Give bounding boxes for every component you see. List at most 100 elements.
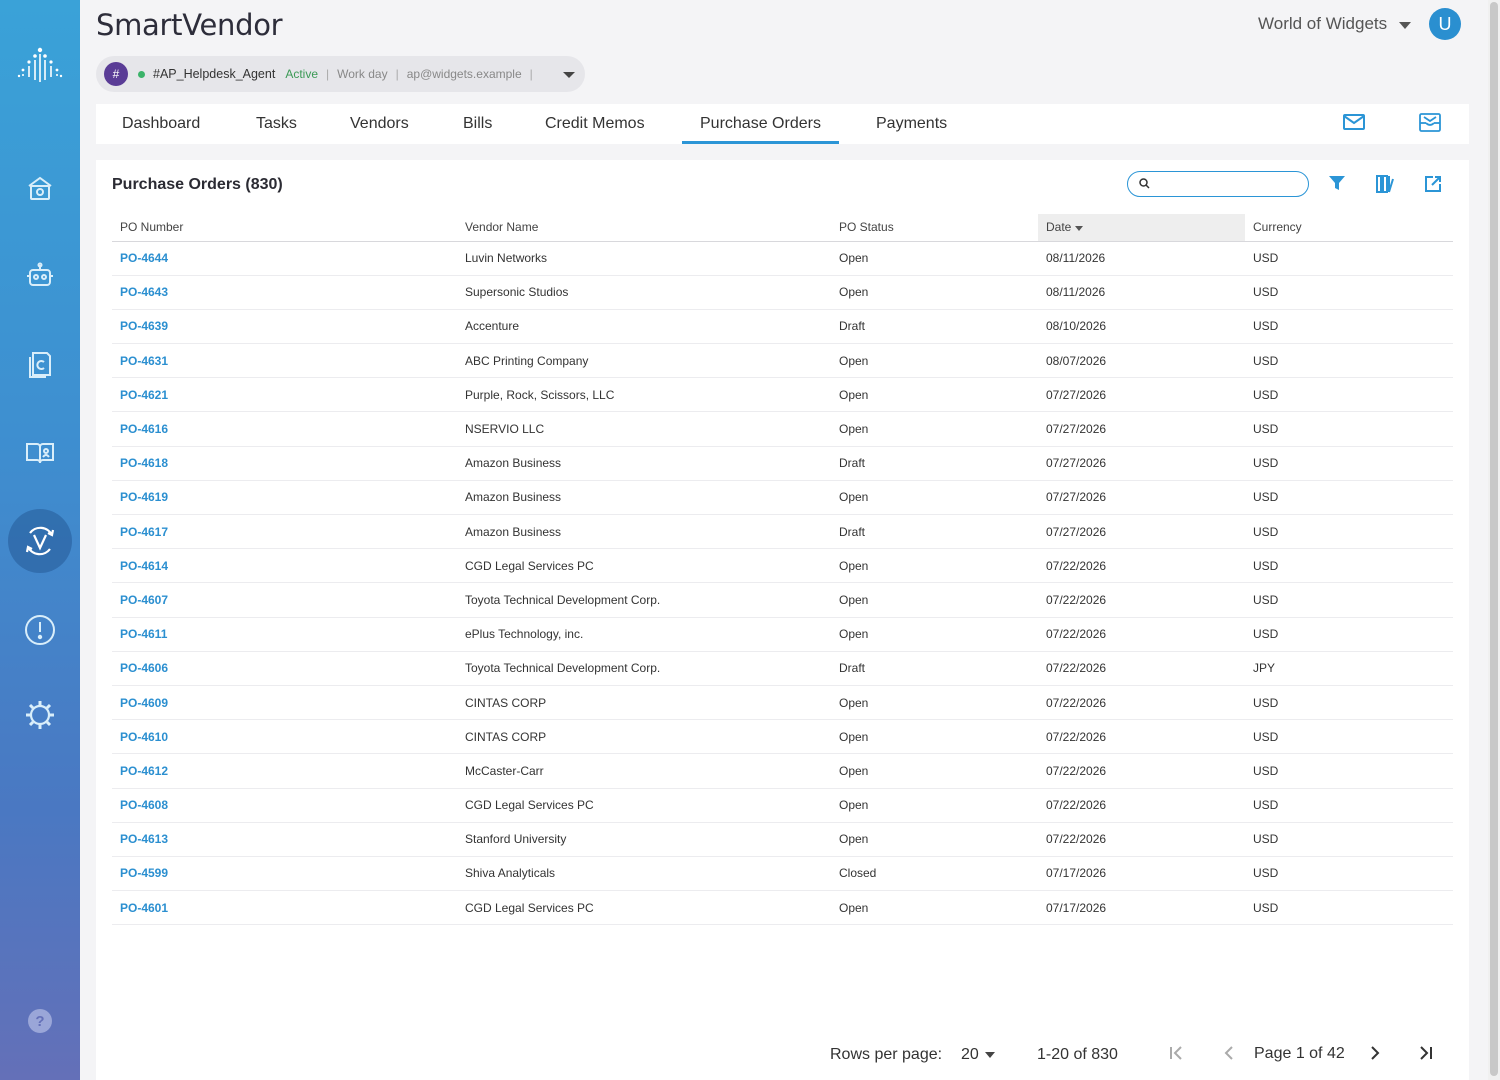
table-row[interactable]: PO-4639 Accenture Draft 08/10/2026 USD	[112, 309, 1453, 345]
cell-date: 07/17/2026	[1038, 856, 1245, 892]
table-row[interactable]: PO-4607 Toyota Technical Development Corp…	[112, 582, 1453, 618]
cell-currency: USD	[1245, 480, 1453, 516]
tab-vendors[interactable]: Vendors	[350, 104, 409, 144]
table-row[interactable]: PO-4643 Supersonic Studios Open 08/11/2026 U…	[112, 275, 1453, 310]
table-row[interactable]: PO-4631 ABC Printing Company Open 08/07/202…	[112, 343, 1453, 379]
cell-po-status: Open	[831, 617, 1038, 652]
separator: |	[326, 67, 330, 81]
table-row[interactable]: PO-4617 Amazon Business Draft 07/27/2026 USD	[112, 514, 1453, 550]
table-row[interactable]: PO-4606 Toyota Technical Development Corp…	[112, 651, 1453, 686]
rows-per-page-select[interactable]: 20	[961, 1046, 995, 1064]
cell-vendor-name: ePlus Technology, inc.	[457, 617, 831, 652]
columns-icon[interactable]	[1375, 174, 1395, 199]
table-row[interactable]: PO-4601 CGD Legal Services PC Open 07/17/20…	[112, 890, 1453, 926]
cell-vendor-name: CGD Legal Services PC	[457, 548, 831, 584]
cell-po-number[interactable]: PO-4619	[112, 480, 457, 516]
export-icon[interactable]	[1423, 174, 1443, 199]
logo-icon[interactable]	[0, 38, 80, 94]
cell-po-number[interactable]: PO-4616	[112, 411, 457, 447]
table-row[interactable]: PO-4644 Luvin Networks Open 08/11/2026 USD	[112, 241, 1453, 276]
org-switcher[interactable]: World of Widgets	[1258, 14, 1412, 34]
cell-po-number[interactable]: PO-4617	[112, 514, 457, 550]
agent-selector[interactable]: # #AP_Helpdesk_Agent Active | Work day |…	[96, 56, 585, 92]
cell-po-number[interactable]: PO-4599	[112, 856, 457, 892]
table-row[interactable]: PO-4599 Shiva Analyticals Closed 07/17/2026…	[112, 856, 1453, 892]
cell-po-number[interactable]: PO-4606	[112, 651, 457, 686]
cell-po-number[interactable]: PO-4609	[112, 685, 457, 721]
cell-po-number[interactable]: PO-4611	[112, 617, 457, 652]
tab-bills[interactable]: Bills	[463, 104, 492, 144]
cell-vendor-name: Toyota Technical Development Corp.	[457, 651, 831, 686]
cell-po-number[interactable]: PO-4607	[112, 582, 457, 618]
cell-currency: USD	[1245, 514, 1453, 550]
table-row[interactable]: PO-4612 McCaster-Carr Open 07/22/2026 USD	[112, 753, 1453, 789]
robot-icon[interactable]	[0, 244, 80, 308]
table-row[interactable]: PO-4618 Amazon Business Draft 07/27/2026 USD	[112, 446, 1453, 481]
scrollbar-thumb[interactable]	[1490, 2, 1498, 1076]
page-title: Purchase Orders (830)	[112, 176, 283, 193]
table-row[interactable]: PO-4611 ePlus Technology, inc. Open 07/22/2…	[112, 617, 1453, 652]
cell-po-number[interactable]: PO-4618	[112, 446, 457, 481]
column-header-vendor-name[interactable]: Vendor Name	[457, 214, 831, 242]
column-header-po-status[interactable]: PO Status	[831, 214, 1038, 242]
tab-dashboard[interactable]: Dashboard	[122, 104, 200, 144]
cell-po-number[interactable]: PO-4644	[112, 241, 457, 276]
inbox-icon[interactable]	[1418, 112, 1442, 139]
cell-po-number[interactable]: PO-4631	[112, 343, 457, 379]
cell-currency: USD	[1245, 685, 1453, 721]
tab-tasks[interactable]: Tasks	[256, 104, 297, 144]
search-box[interactable]	[1127, 171, 1309, 197]
column-header-currency[interactable]: Currency	[1245, 214, 1453, 242]
cell-po-number[interactable]: PO-4608	[112, 788, 457, 823]
cell-vendor-name: Shiva Analyticals	[457, 856, 831, 892]
first-page-icon[interactable]	[1168, 1044, 1186, 1067]
cell-po-number[interactable]: PO-4612	[112, 753, 457, 789]
cell-date: 07/27/2026	[1038, 446, 1245, 481]
table-row[interactable]: PO-4608 CGD Legal Services PC Open 07/22/20…	[112, 788, 1453, 823]
cell-po-number[interactable]: PO-4614	[112, 548, 457, 584]
table-row[interactable]: PO-4610 CINTAS CORP Open 07/22/2026 USD	[112, 719, 1453, 755]
cell-po-status: Open	[831, 890, 1038, 926]
table-row[interactable]: PO-4616 NSERVIO LLC Open 07/27/2026 USD	[112, 411, 1453, 447]
catalog-icon[interactable]	[0, 420, 80, 484]
cell-vendor-name: CINTAS CORP	[457, 719, 831, 755]
help-icon[interactable]: ?	[0, 989, 80, 1053]
vendor-portal-icon[interactable]	[0, 509, 80, 573]
table-row[interactable]: PO-4609 CINTAS CORP Open 07/22/2026 USD	[112, 685, 1453, 721]
cell-po-status: Open	[831, 377, 1038, 413]
agent-name: #AP_Helpdesk_Agent	[153, 67, 276, 81]
table-row[interactable]: PO-4619 Amazon Business Open 07/27/2026 USD	[112, 480, 1453, 516]
settings-icon[interactable]	[0, 683, 80, 747]
home-icon[interactable]	[0, 156, 80, 220]
cell-po-number[interactable]: PO-4639	[112, 309, 457, 345]
cell-vendor-name: Amazon Business	[457, 514, 831, 550]
cell-po-number[interactable]: PO-4613	[112, 822, 457, 857]
cell-po-number[interactable]: PO-4610	[112, 719, 457, 755]
column-header-po-number[interactable]: PO Number	[112, 214, 457, 242]
table-row[interactable]: PO-4614 CGD Legal Services PC Open 07/22/20…	[112, 548, 1453, 584]
tab-payments[interactable]: Payments	[876, 104, 947, 144]
last-page-icon[interactable]	[1416, 1044, 1434, 1067]
cell-currency: USD	[1245, 241, 1453, 276]
previous-page-icon[interactable]	[1220, 1044, 1238, 1067]
avatar[interactable]: U	[1429, 8, 1461, 40]
tab-credit-memos[interactable]: Credit Memos	[545, 104, 645, 144]
mail-icon[interactable]	[1342, 112, 1366, 137]
table-row[interactable]: PO-4621 Purple, Rock, Scissors, LLC Open 07…	[112, 377, 1453, 413]
tab-purchase-orders[interactable]: Purchase Orders	[682, 104, 839, 144]
alert-icon[interactable]	[0, 598, 80, 662]
next-page-icon[interactable]	[1366, 1044, 1384, 1067]
cell-po-status: Open	[831, 753, 1038, 789]
contracts-icon[interactable]	[0, 332, 80, 396]
cell-po-number[interactable]: PO-4601	[112, 890, 457, 926]
search-input[interactable]	[1154, 174, 1299, 194]
chevron-down-icon[interactable]	[563, 72, 575, 78]
cell-currency: USD	[1245, 753, 1453, 789]
scrollbar[interactable]	[1488, 0, 1500, 1080]
column-header-date[interactable]: Date	[1038, 214, 1245, 242]
cell-po-number[interactable]: PO-4643	[112, 275, 457, 310]
cell-po-number[interactable]: PO-4621	[112, 377, 457, 413]
table-row[interactable]: PO-4613 Stanford University Open 07/22/2026…	[112, 822, 1453, 857]
chevron-down-icon	[1399, 21, 1412, 29]
filter-icon[interactable]	[1328, 174, 1346, 197]
